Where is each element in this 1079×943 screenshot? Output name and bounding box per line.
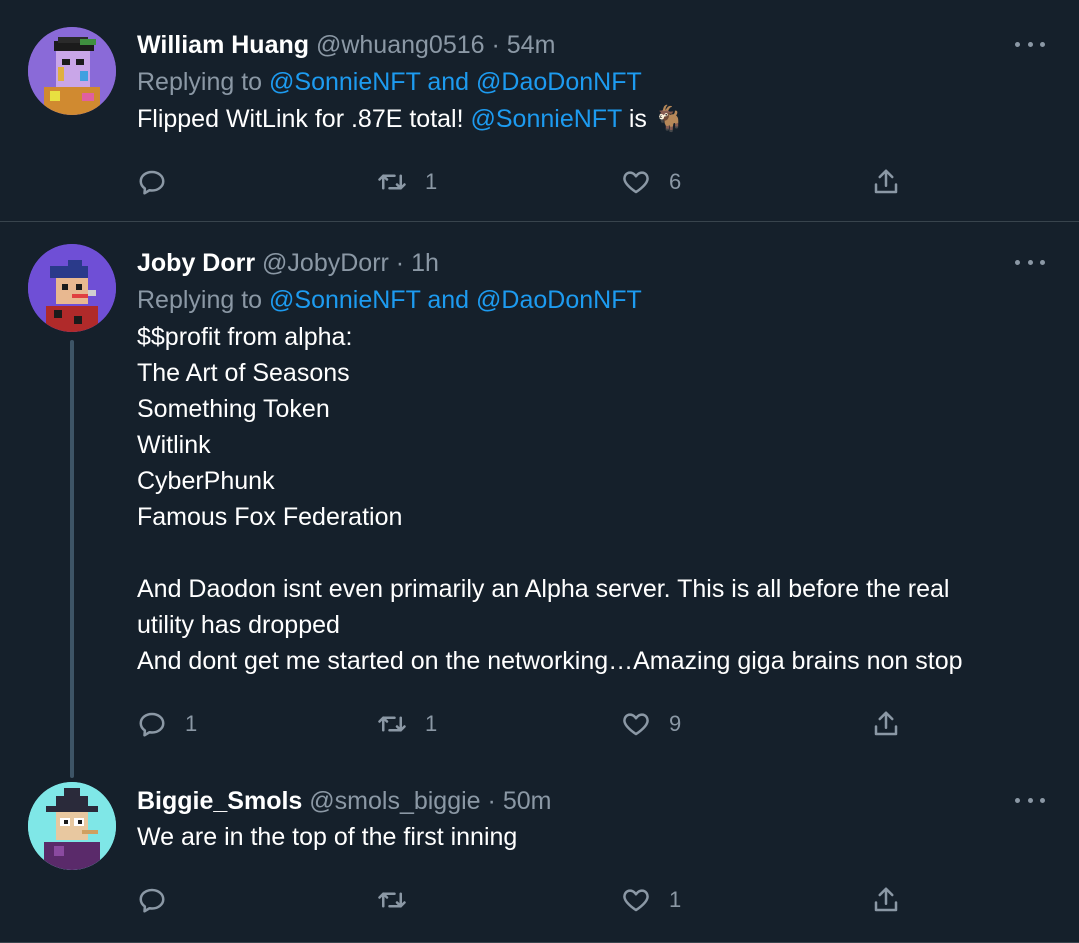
share-icon — [874, 887, 898, 912]
avatar-pixel-art-icon — [28, 244, 116, 332]
separator-dot: · — [491, 31, 500, 59]
tweet-text: Flipped WitLink for .87E total! @SonnieN… — [137, 101, 1039, 137]
mention-link[interactable]: @DaoDonNFT — [476, 286, 642, 314]
avatar-pixel-art-icon — [28, 27, 116, 115]
avatar-pixel-art-icon — [28, 782, 116, 870]
reply-count: 1 — [185, 711, 198, 736]
avatar[interactable] — [28, 782, 116, 870]
reply-icon — [139, 888, 165, 913]
retweet-button[interactable]: 1 — [377, 162, 437, 202]
tweet-header: Biggie_Smols @smols_biggie · 50m — [137, 783, 1039, 819]
display-name[interactable]: Biggie_Smols — [137, 787, 302, 815]
avatar[interactable] — [28, 244, 116, 332]
mention-link[interactable]: @SonnieNFT — [269, 286, 420, 314]
reply-button[interactable] — [137, 880, 185, 920]
separator-dot: · — [487, 787, 496, 815]
replying-prefix: Replying to — [137, 286, 263, 314]
like-icon — [623, 713, 649, 736]
like-count: 6 — [669, 169, 682, 194]
tweet-actions: 1 1 9 — [137, 704, 917, 744]
retweet-button[interactable]: 1 — [377, 704, 437, 744]
replying-and: and — [427, 68, 470, 96]
tweet[interactable]: Biggie_Smols @smols_biggie · 50m We are … — [0, 770, 1079, 943]
retweet-icon — [378, 174, 406, 190]
thread-line — [70, 340, 74, 778]
timestamp[interactable]: 1h — [411, 249, 439, 277]
tweet-actions: 1 — [137, 880, 917, 920]
user-handle[interactable]: @JobyDorr — [262, 249, 389, 277]
replying-and: and — [427, 286, 470, 314]
display-name[interactable]: William Huang — [137, 31, 309, 59]
share-button[interactable] — [871, 880, 901, 920]
reply-icon — [139, 170, 165, 195]
mention-link[interactable]: @DaoDonNFT — [476, 68, 642, 96]
tweet[interactable]: Joby Dorr @JobyDorr · 1h Replying to @So… — [0, 222, 1079, 778]
tweet-content: William Huang @whuang0516 · 54m Replying… — [137, 27, 1039, 137]
retweet-button[interactable] — [377, 880, 425, 920]
like-button[interactable]: 6 — [621, 162, 681, 202]
separator-dot: · — [395, 249, 405, 277]
user-handle[interactable]: @whuang0516 — [316, 31, 485, 59]
retweet-count: 1 — [425, 169, 438, 194]
like-icon — [623, 171, 649, 194]
avatar[interactable] — [28, 27, 116, 115]
tweet-header: William Huang @whuang0516 · 54m — [137, 27, 1039, 63]
share-button[interactable] — [871, 162, 901, 202]
replying-prefix: Replying to — [137, 68, 263, 96]
like-button[interactable]: 1 — [621, 880, 681, 920]
tweet[interactable]: William Huang @whuang0516 · 54m Replying… — [0, 0, 1079, 222]
tweet-content: Joby Dorr @JobyDorr · 1h Replying to @So… — [137, 245, 1039, 679]
timestamp[interactable]: 50m — [503, 787, 552, 815]
share-icon — [874, 711, 898, 736]
tweet-text-part: Flipped WitLink for .87E total! — [137, 105, 464, 133]
share-button[interactable] — [871, 704, 901, 744]
replying-to: Replying to @SonnieNFT and @DaoDonNFT — [137, 63, 1039, 101]
replying-to: Replying to @SonnieNFT and @DaoDonNFT — [137, 281, 1039, 319]
tweet-text: We are in the top of the first inning — [137, 823, 518, 851]
like-button[interactable]: 9 — [621, 704, 681, 744]
reply-icon — [139, 712, 165, 737]
tweet-actions: 1 6 — [137, 162, 917, 202]
like-icon — [623, 889, 649, 912]
like-count: 9 — [669, 711, 682, 736]
retweet-count: 1 — [425, 711, 438, 736]
user-handle[interactable]: @smols_biggie — [309, 787, 480, 815]
timestamp[interactable]: 54m — [507, 31, 556, 59]
share-icon — [874, 169, 898, 194]
reply-button[interactable]: 1 — [137, 704, 197, 744]
retweet-icon — [378, 716, 406, 732]
like-count: 1 — [669, 887, 682, 912]
mention-link[interactable]: @SonnieNFT — [269, 68, 420, 96]
mention-link[interactable]: @SonnieNFT — [471, 105, 622, 133]
tweet-text-part: is 🐐 — [628, 105, 685, 133]
tweet-text: $$profit from alpha: The Art of Seasons … — [137, 323, 963, 675]
reply-button[interactable] — [137, 162, 185, 202]
tweet-header: Joby Dorr @JobyDorr · 1h — [137, 245, 1039, 281]
tweet-content: Biggie_Smols @smols_biggie · 50m We are … — [137, 783, 1039, 855]
display-name[interactable]: Joby Dorr — [137, 249, 255, 277]
retweet-icon — [378, 892, 406, 908]
